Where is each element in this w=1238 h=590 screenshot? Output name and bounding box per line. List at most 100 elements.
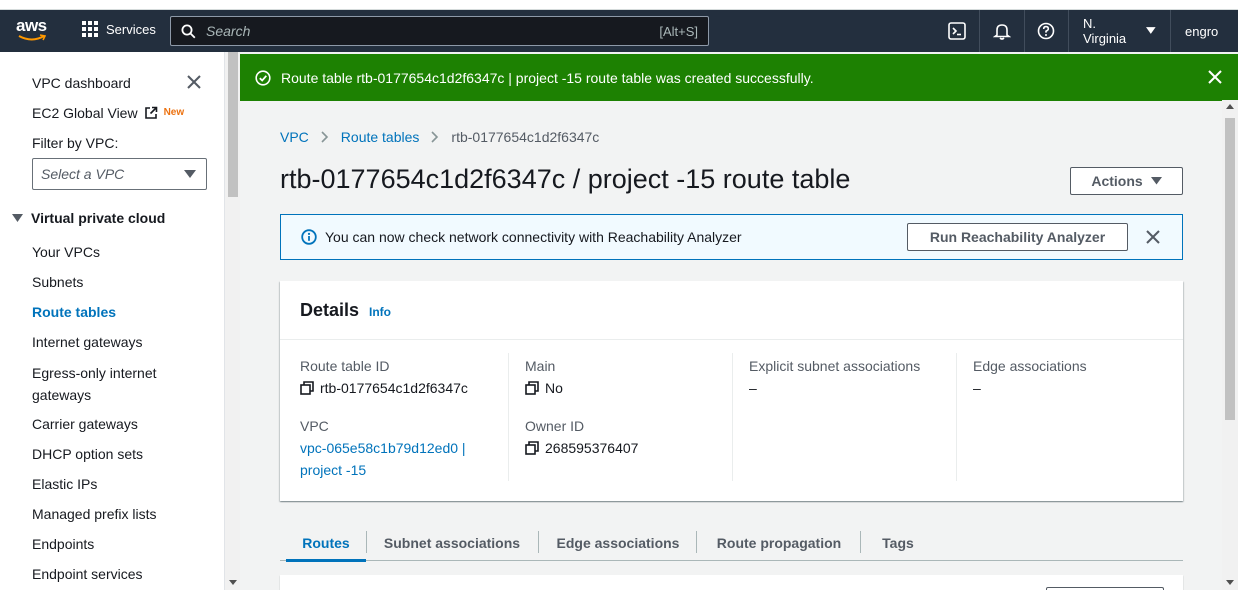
chevron-right-icon [431,131,439,143]
edge-associations-value: – [973,380,981,396]
sidebar-item-internet-gateways[interactable]: Internet gateways [32,332,143,352]
caret-down-icon [1146,27,1157,34]
details-header: Details Info [280,281,1183,340]
account-menu[interactable]: engro [1170,10,1238,52]
vpc-label: VPC [300,418,329,434]
region-selector[interactable]: N. Virginia [1068,10,1170,52]
section-title: Virtual private cloud [31,210,166,226]
help-button[interactable] [1023,10,1068,52]
tab-tags[interactable]: Tags [868,525,928,560]
main-scrollbar[interactable] [1222,100,1238,590]
search-placeholder: Search [206,23,251,39]
breadcrumb-vpc[interactable]: VPC [280,129,309,145]
region-label: N. Virginia [1083,16,1127,46]
column-divider [732,353,733,481]
vpc-filter-select[interactable]: Select a VPC [32,158,207,190]
ec2-global-view-label: EC2 Global View [32,105,138,121]
vpc-link[interactable]: vpc-065e58c1b79d12ed0 | project -15 [300,437,490,481]
top-navigation-bar: aws Services Search [Alt+S] N. Virginia … [0,10,1238,52]
details-panel: Details Info Route table ID rtb-0177654c… [280,281,1183,501]
aws-smile-icon [18,34,46,41]
terminal-icon [948,22,966,40]
success-check-icon [255,69,271,86]
new-badge: New [163,107,185,118]
details-info-link[interactable]: Info [369,305,391,319]
scroll-up-arrow-icon[interactable] [1225,104,1235,110]
explicit-subnet-associations-label: Explicit subnet associations [749,358,921,374]
tab-route-propagation[interactable]: Route propagation [704,525,854,560]
sidebar-item-carrier-gateways[interactable]: Carrier gateways [32,414,138,434]
tab-subnet-associations[interactable]: Subnet associations [372,525,532,560]
caret-down-icon [184,170,196,178]
sidebar-item-dhcp-option-sets[interactable]: DHCP option sets [32,444,143,464]
sidebar-item-route-tables[interactable]: Route tables [32,302,116,322]
owner-id-label: Owner ID [525,418,585,434]
dismiss-info-icon[interactable] [1145,229,1161,245]
copy-icon[interactable] [525,381,539,395]
column-divider [508,353,509,481]
sidebar-scrollbar-thumb[interactable] [228,52,238,197]
actions-label: Actions [1091,173,1143,189]
info-banner-message: You can now check network connectivity w… [325,229,742,245]
routes-panel [280,575,1183,590]
sidebar-item-elastic-ips[interactable]: Elastic IPs [32,474,97,494]
tab-routes[interactable]: Routes [286,525,366,562]
tab-divider [538,531,539,553]
chevron-right-icon [321,131,328,143]
breadcrumb: VPC Route tables rtb-0177654c1d2f6347c [280,129,599,145]
search-shortcut: [Alt+S] [659,23,698,39]
services-menu-button[interactable]: Services [82,21,156,37]
run-reachability-analyzer-button[interactable]: Run Reachability Analyzer [907,223,1128,251]
column-divider [956,353,957,481]
search-input[interactable]: Search [Alt+S] [170,16,709,46]
copy-icon[interactable] [300,381,314,395]
close-sidebar-icon[interactable] [186,74,202,90]
grid-icon [82,21,98,37]
sidebar-item-egress-only-internet-gateways[interactable]: Egress-only internet gateways [32,362,182,406]
main-value-text: No [545,380,563,396]
vpc-select-placeholder: Select a VPC [41,166,125,182]
notifications-button[interactable] [979,10,1023,52]
help-icon [1038,22,1055,40]
tab-divider [860,531,861,553]
flash-message: Route table rtb-0177654c1d2f6347c | proj… [281,69,814,86]
breadcrumb-route-tables[interactable]: Route tables [341,129,420,145]
side-navigation: VPC dashboard EC2 Global View New Filter… [0,52,224,590]
services-label: Services [106,21,156,37]
sidebar-item-subnets[interactable]: Subnets [32,272,83,292]
caret-down-icon [1150,177,1162,185]
dismiss-flash-icon[interactable] [1208,70,1222,84]
breadcrumb-current: rtb-0177654c1d2f6347c [451,129,600,145]
aws-logo-text: aws [16,16,47,35]
sidebar-item-vpc-dashboard[interactable]: VPC dashboard [32,73,131,93]
actions-button[interactable]: Actions [1070,167,1183,195]
scroll-down-arrow-icon[interactable] [1225,580,1235,586]
tab-divider [696,531,697,553]
filter-by-vpc-label: Filter by VPC: [32,135,119,151]
sidebar-item-managed-prefix-lists[interactable]: Managed prefix lists [32,504,157,524]
section-virtual-private-cloud[interactable]: Virtual private cloud [12,210,165,226]
tab-divider [366,531,367,553]
detail-tabs: Routes Subnet associations Edge associat… [280,525,1183,562]
sidebar-item-your-vpcs[interactable]: Your VPCs [32,242,100,262]
main-scrollbar-thumb[interactable] [1225,118,1235,420]
explicit-subnet-associations-value: – [749,380,757,396]
caret-down-icon [12,213,23,222]
aws-logo[interactable]: aws [16,17,50,45]
cloudshell-button[interactable] [935,10,979,52]
sidebar-item-ec2-global-view[interactable]: EC2 Global View New [32,103,184,123]
browser-top-strip [0,0,1238,10]
search-icon [181,24,196,38]
tab-edge-associations[interactable]: Edge associations [546,525,690,560]
route-table-id-text: rtb-0177654c1d2f6347c [320,380,468,396]
sidebar-item-endpoints[interactable]: Endpoints [32,534,94,554]
nav-icons: N. Virginia engro [935,10,1238,52]
sidebar-item-endpoint-services[interactable]: Endpoint services [32,564,143,584]
owner-id-value: 268595376407 [525,440,638,456]
scroll-down-arrow-icon[interactable] [228,580,238,586]
edge-associations-label: Edge associations [973,358,1087,374]
route-table-id-value: rtb-0177654c1d2f6347c [300,380,468,396]
copy-icon[interactable] [525,441,539,455]
info-icon [301,229,317,245]
sidebar-scrollbar[interactable] [224,52,240,590]
